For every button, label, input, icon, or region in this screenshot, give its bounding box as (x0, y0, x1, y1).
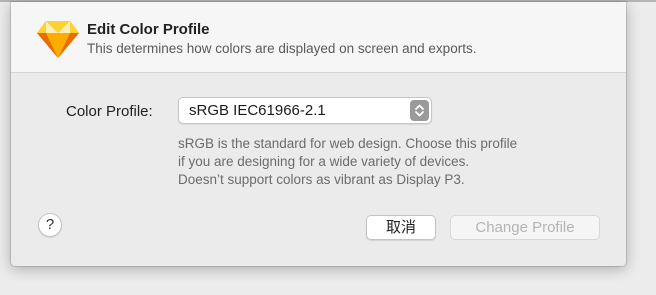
description-line: Doesn’t support colors as vibrant as Dis… (178, 172, 465, 187)
dialog-title: Edit Color Profile (87, 21, 210, 38)
dialog-header: Edit Color Profile This determines how c… (11, 2, 626, 73)
change-profile-button[interactable]: Change Profile (450, 215, 600, 240)
help-button[interactable]: ? (38, 213, 62, 237)
color-profile-label: Color Profile: (66, 103, 153, 120)
description-line: if you are designing for a wide variety … (178, 154, 470, 169)
color-profile-select[interactable]: sRGB IEC61966-2.1 (178, 97, 432, 124)
description-line: sRGB is the standard for web design. Cho… (178, 136, 518, 151)
select-stepper-icon (410, 100, 429, 121)
color-profile-selected-value: sRGB IEC61966-2.1 (189, 102, 326, 119)
dialog-subtitle: This determines how colors are displayed… (87, 41, 477, 56)
cancel-button[interactable]: 取消 (366, 215, 436, 240)
edit-color-profile-dialog: Edit Color Profile This determines how c… (11, 2, 626, 266)
color-profile-description: sRGB is the standard for web design. Cho… (178, 135, 517, 189)
sketch-diamond-icon (37, 21, 79, 58)
